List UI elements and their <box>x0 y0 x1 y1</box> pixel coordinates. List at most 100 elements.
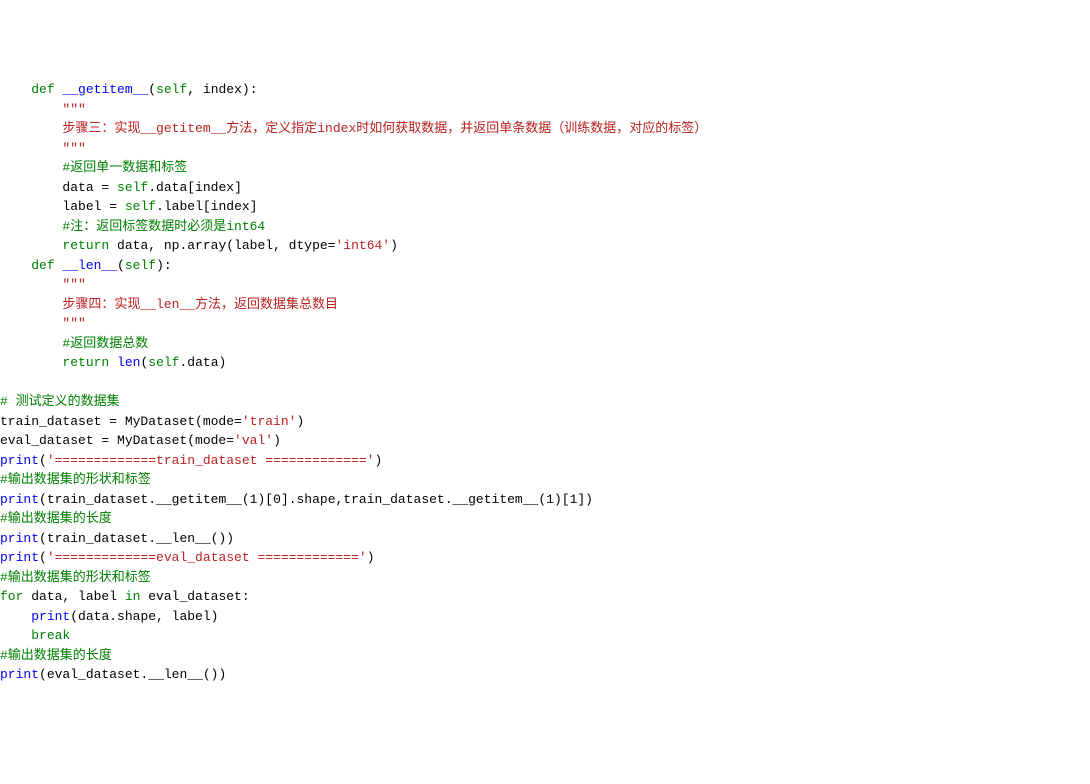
code-token: def <box>31 82 54 97</box>
code-line: break <box>0 626 1090 646</box>
code-token: for <box>0 589 23 604</box>
code-line: print('=============eval_dataset =======… <box>0 548 1090 568</box>
code-line: def __getitem__(self, index): <box>0 80 1090 100</box>
code-token: ].shape,train_dataset.__getitem__( <box>281 492 546 507</box>
code-token: ) <box>367 550 375 565</box>
code-token: train_dataset = MyDataset(mode= <box>0 414 242 429</box>
code-token: print <box>0 453 39 468</box>
code-line: """ <box>0 139 1090 159</box>
code-line: print(eval_dataset.__len__()) <box>0 665 1090 685</box>
code-line: eval_dataset = MyDataset(mode='val') <box>0 431 1090 451</box>
code-line: 步骤三：实现__getitem__方法，定义指定index时如何获取数据，并返回… <box>0 119 1090 139</box>
code-token: #注：返回标签数据时必须是int64 <box>62 219 265 234</box>
code-line: """ <box>0 314 1090 334</box>
code-line: print('=============train_dataset ======… <box>0 451 1090 471</box>
code-token: len <box>117 355 140 370</box>
code-token: label = <box>62 199 124 214</box>
code-token: (data.shape, label) <box>70 609 218 624</box>
code-line: #输出数据集的形状和标签 <box>0 470 1090 490</box>
code-token: #返回数据总数 <box>62 336 148 351</box>
code-line: label = self.label[index] <box>0 197 1090 217</box>
code-token: )[ <box>257 492 273 507</box>
code-token: #返回单一数据和标签 <box>62 160 187 175</box>
code-token: def <box>31 258 54 273</box>
code-line: print(data.shape, label) <box>0 607 1090 627</box>
code-token: """ <box>62 316 85 331</box>
code-token: print <box>0 531 39 546</box>
code-token: ) <box>374 453 382 468</box>
code-line: print(train_dataset.__getitem__(1)[0].sh… <box>0 490 1090 510</box>
code-token: __getitem__ <box>62 82 148 97</box>
code-token: ) <box>390 238 398 253</box>
code-line: for data, label in eval_dataset: <box>0 587 1090 607</box>
code-token: 'val' <box>234 433 273 448</box>
code-token <box>109 355 117 370</box>
code-token: # 测试定义的数据集 <box>0 394 120 409</box>
code-line: print(train_dataset.__len__()) <box>0 529 1090 549</box>
code-token: """ <box>62 141 85 156</box>
code-token: eval_dataset = MyDataset(mode= <box>0 433 234 448</box>
code-line: #返回数据总数 <box>0 334 1090 354</box>
code-token: #输出数据集的长度 <box>0 511 112 526</box>
code-token: #输出数据集的形状和标签 <box>0 570 151 585</box>
code-token: break <box>31 628 70 643</box>
code-line: return data, np.array(label, dtype='int6… <box>0 236 1090 256</box>
code-token: .data[index] <box>148 180 242 195</box>
code-token: self <box>156 82 187 97</box>
code-line: data = self.data[index] <box>0 178 1090 198</box>
code-token: ) <box>273 433 281 448</box>
code-token: 1 <box>546 492 554 507</box>
code-token: in <box>125 589 141 604</box>
code-token: , index): <box>187 82 257 97</box>
code-token: 'int64' <box>335 238 390 253</box>
code-token: ) <box>296 414 304 429</box>
code-token: )[ <box>554 492 570 507</box>
code-token: .label[index] <box>156 199 257 214</box>
code-token: self <box>117 180 148 195</box>
code-line: #返回单一数据和标签 <box>0 158 1090 178</box>
code-block: def __getitem__(self, index): """ 步骤三：实现… <box>0 80 1090 685</box>
code-token: 步骤三：实现__getitem__方法，定义指定index时如何获取数据，并返回… <box>62 121 707 136</box>
code-line: #输出数据集的长度 <box>0 646 1090 666</box>
code-token: .data) <box>179 355 226 370</box>
code-token: ( <box>117 258 125 273</box>
code-token: '=============eval_dataset =============… <box>47 550 367 565</box>
code-token: ]) <box>577 492 593 507</box>
code-token: print <box>0 492 39 507</box>
code-token: data = <box>62 180 117 195</box>
code-line: #输出数据集的形状和标签 <box>0 568 1090 588</box>
code-token: print <box>0 550 39 565</box>
code-token: eval_dataset: <box>140 589 249 604</box>
code-token: ( <box>148 82 156 97</box>
code-line: #输出数据集的长度 <box>0 509 1090 529</box>
code-token: ): <box>156 258 172 273</box>
code-line: train_dataset = MyDataset(mode='train') <box>0 412 1090 432</box>
code-line: # 测试定义的数据集 <box>0 392 1090 412</box>
code-line <box>0 373 1090 393</box>
code-line: def __len__(self): <box>0 256 1090 276</box>
code-token: print <box>31 609 70 624</box>
code-token: self <box>125 258 156 273</box>
code-token: ( <box>39 550 47 565</box>
code-token: """ <box>62 277 85 292</box>
code-token: 0 <box>273 492 281 507</box>
code-token: print <box>0 667 39 682</box>
code-token: __len__ <box>62 258 117 273</box>
code-token: ( <box>39 453 47 468</box>
code-line: 步骤四：实现__len__方法，返回数据集总数目 <box>0 295 1090 315</box>
code-token: (eval_dataset.__len__()) <box>39 667 226 682</box>
code-token: '=============train_dataset ============… <box>47 453 375 468</box>
code-token: #输出数据集的长度 <box>0 648 112 663</box>
code-token: (train_dataset.__len__()) <box>39 531 234 546</box>
code-token: self <box>125 199 156 214</box>
code-token: data, np.array(label, dtype= <box>109 238 335 253</box>
code-token: return <box>62 355 109 370</box>
code-token: return <box>62 238 109 253</box>
code-line: """ <box>0 100 1090 120</box>
code-token: 步骤四：实现__len__方法，返回数据集总数目 <box>62 297 338 312</box>
code-token <box>0 375 8 390</box>
code-token: self <box>148 355 179 370</box>
code-token: data, label <box>23 589 124 604</box>
code-line: """ <box>0 275 1090 295</box>
code-token: #输出数据集的形状和标签 <box>0 472 151 487</box>
